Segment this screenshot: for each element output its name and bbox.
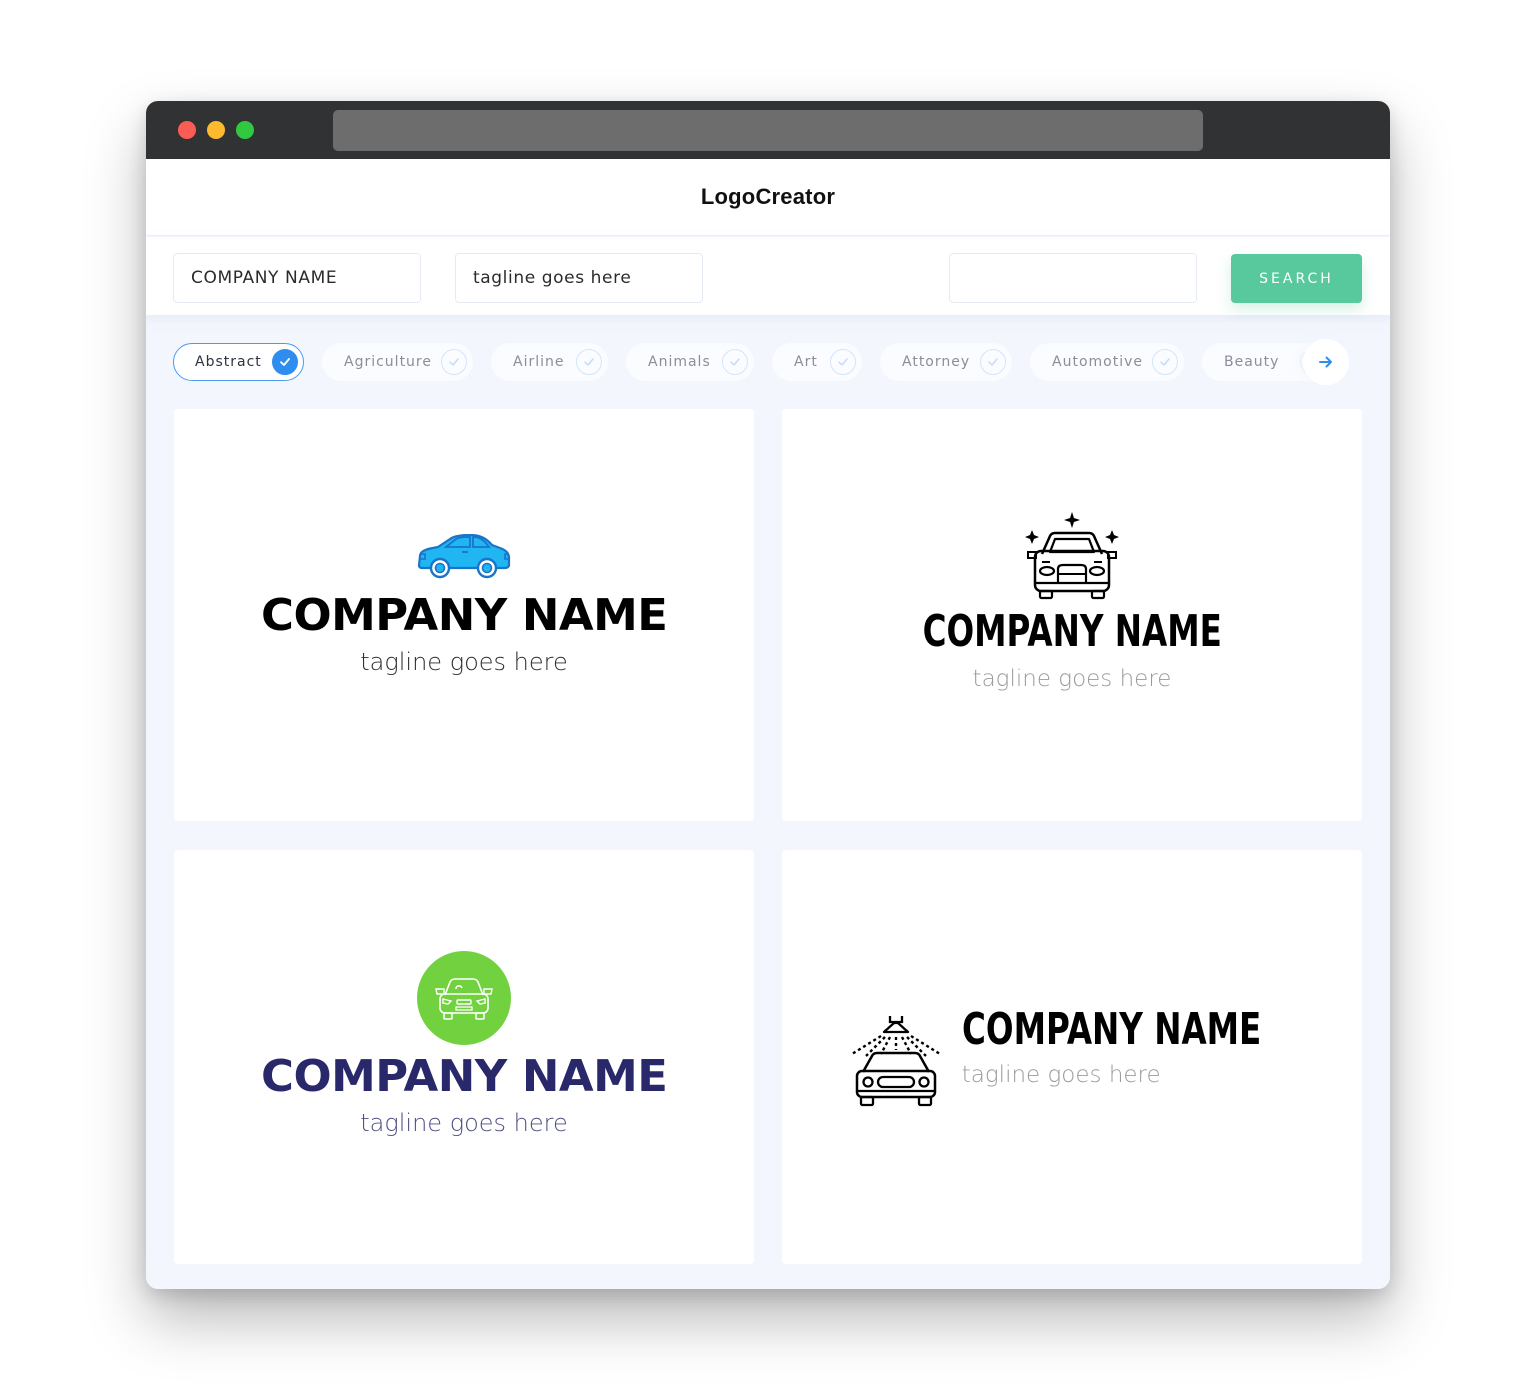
category-next-button[interactable] bbox=[1303, 339, 1349, 385]
minimize-window-button[interactable] bbox=[207, 121, 225, 139]
keyword-input[interactable] bbox=[949, 253, 1197, 303]
category-chip-animals[interactable]: Animals bbox=[626, 343, 754, 381]
category-chip-attorney[interactable]: Attorney bbox=[880, 343, 1012, 381]
logo-card[interactable]: COMPANY NAME tagline goes here bbox=[174, 850, 754, 1264]
category-chip-label: Attorney bbox=[902, 354, 971, 370]
category-chip-agriculture[interactable]: Agriculture bbox=[322, 343, 473, 381]
check-icon bbox=[576, 349, 602, 375]
tagline-input[interactable] bbox=[455, 253, 703, 303]
car-side-icon bbox=[417, 534, 511, 579]
category-chip-label: Beauty bbox=[1224, 354, 1280, 370]
logo-card[interactable]: COMPANY NAME tagline goes here bbox=[782, 409, 1362, 821]
category-chip-abstract[interactable]: Abstract bbox=[173, 343, 304, 381]
logo-tagline: tagline goes here bbox=[961, 1061, 1161, 1088]
logo-company-name: COMPANY NAME bbox=[961, 1003, 1262, 1055]
category-chip-label: Abstract bbox=[195, 354, 262, 370]
category-chip-label: Agriculture bbox=[344, 354, 432, 370]
logo-company-name: COMPANY NAME bbox=[260, 1051, 668, 1102]
logo-company-name: COMPANY NAME bbox=[260, 590, 668, 641]
arrow-right-icon bbox=[1319, 356, 1332, 368]
logo-card[interactable]: COMPANY NAME tagline goes here bbox=[782, 850, 1362, 1264]
green-circle-badge bbox=[417, 951, 511, 1045]
category-chip-label: Animals bbox=[648, 354, 711, 370]
check-icon bbox=[1152, 349, 1178, 375]
category-chip-label: Art bbox=[794, 354, 818, 370]
car-wash-icon bbox=[851, 1016, 941, 1107]
maximize-window-button[interactable] bbox=[236, 121, 254, 139]
logo-tagline: tagline goes here bbox=[972, 665, 1172, 692]
logo-tagline: tagline goes here bbox=[360, 1109, 568, 1137]
check-icon bbox=[441, 349, 467, 375]
logo-text-block: COMPANY NAME tagline goes here bbox=[961, 1003, 1296, 1088]
category-chip-automotive[interactable]: Automotive bbox=[1030, 343, 1184, 381]
logo-card[interactable]: COMPANY NAME tagline goes here bbox=[174, 409, 754, 821]
category-chip-art[interactable]: Art bbox=[772, 343, 862, 381]
search-bar: SEARCH bbox=[146, 237, 1390, 315]
brand-title: LogoCreator bbox=[700, 184, 836, 209]
address-bar[interactable] bbox=[333, 110, 1203, 151]
app-header: LogoCreator bbox=[146, 159, 1390, 236]
category-chip-label: Airline bbox=[513, 354, 565, 370]
company-name-input[interactable] bbox=[173, 253, 421, 303]
check-icon bbox=[722, 349, 748, 375]
car-front-icon bbox=[435, 978, 493, 1020]
browser-window: LogoCreator SEARCH Abstract Agriculture … bbox=[146, 101, 1390, 1289]
category-chip-airline[interactable]: Airline bbox=[491, 343, 608, 381]
check-icon bbox=[980, 349, 1006, 375]
logo-tagline: tagline goes here bbox=[360, 648, 568, 676]
search-button[interactable]: SEARCH bbox=[1231, 254, 1362, 303]
category-filter-bar: Abstract Agriculture Airline Animals Art bbox=[173, 343, 1353, 383]
category-chip-label: Automotive bbox=[1052, 354, 1143, 370]
logo-company-name: COMPANY NAME bbox=[922, 605, 1222, 657]
check-icon bbox=[830, 349, 856, 375]
car-sparkle-icon bbox=[1025, 511, 1119, 599]
title-bar bbox=[146, 101, 1390, 159]
check-icon bbox=[272, 349, 298, 375]
close-window-button[interactable] bbox=[178, 121, 196, 139]
